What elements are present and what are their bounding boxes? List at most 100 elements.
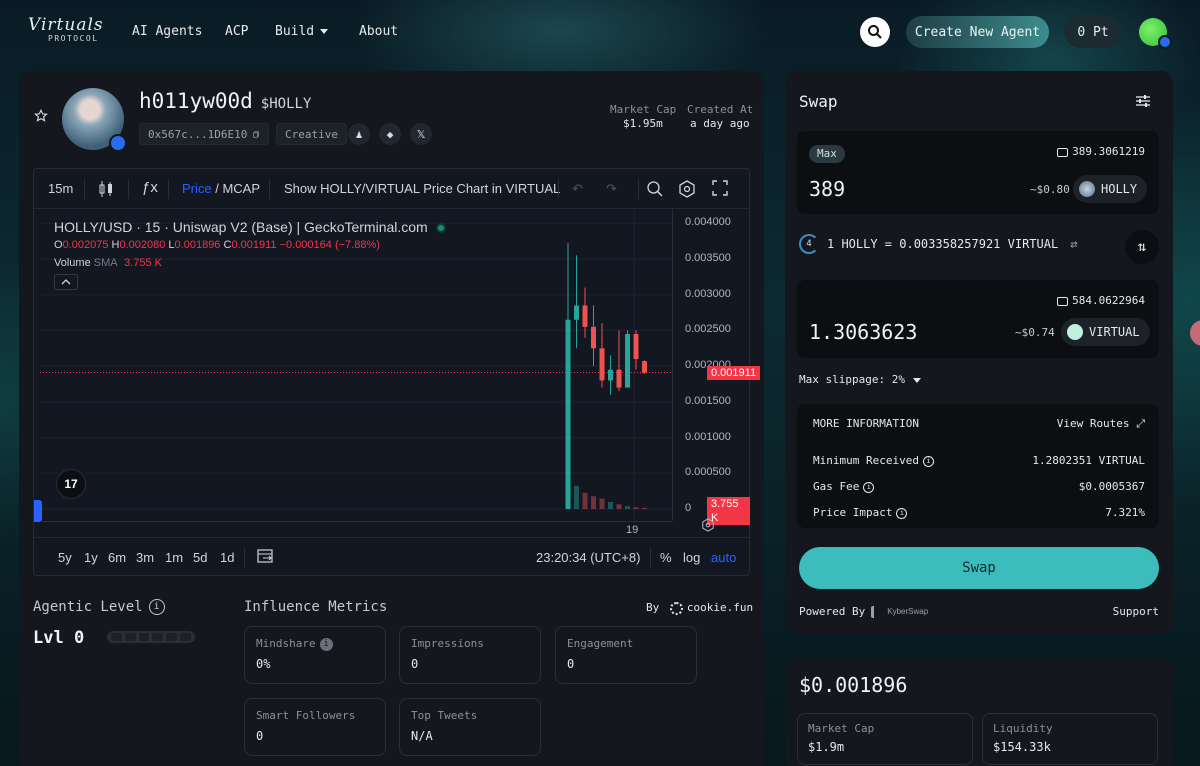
mcap-option[interactable]: MCAP [222, 181, 260, 196]
liquidity-label: Liquidity [993, 722, 1053, 735]
log-scale-toggle[interactable]: log [683, 550, 700, 565]
x-twitter-icon[interactable]: 𝕏 [410, 123, 432, 145]
market-cap-value: $1.95m [623, 117, 663, 130]
price-option[interactable]: Price [182, 181, 212, 196]
gas-fee-text: Gas Fee [813, 480, 860, 493]
info-icon[interactable]: i [922, 455, 934, 467]
nav-build[interactable]: Build [275, 24, 329, 39]
support-link[interactable]: Support [1113, 605, 1159, 618]
docs-icon[interactable]: ◆ [379, 123, 401, 145]
axis-settings-icon[interactable] [701, 518, 715, 532]
price-mcap-toggle[interactable]: Price / MCAP [182, 181, 260, 196]
search-button[interactable] [860, 17, 890, 47]
chart-clock: 23:20:34 (UTC+8) [536, 550, 641, 565]
fullscreen-icon[interactable] [712, 180, 728, 196]
collapse-legend-button[interactable] [54, 274, 78, 290]
range-3m[interactable]: 3m [136, 550, 154, 565]
user-avatar[interactable] [1139, 18, 1172, 49]
flip-tokens-button[interactable]: ⇅ [1125, 230, 1159, 264]
volume-bar [599, 498, 605, 509]
create-agent-button[interactable]: Create New Agent [906, 16, 1049, 48]
slippage-text: Max slippage: 2% [799, 373, 905, 386]
nav-ai-agents[interactable]: AI Agents [132, 24, 202, 39]
swap-rate-icon[interactable]: ⇄ [1070, 237, 1077, 251]
volume-bar [608, 502, 613, 509]
settings-icon[interactable] [678, 180, 696, 198]
candles-icon[interactable] [98, 180, 114, 198]
date-range-icon[interactable] [257, 548, 275, 564]
to-amount: 1.3063623 [809, 320, 918, 344]
candle-body [642, 361, 647, 373]
info-icon[interactable]: i [148, 599, 165, 615]
show-in-virtual[interactable]: Show HOLLY/VIRTUAL Price Chart in VIRTUA… [284, 181, 560, 196]
range-1y[interactable]: 1y [84, 550, 98, 565]
agent-icon[interactable]: ♟ [348, 123, 370, 145]
info-icon[interactable]: i [896, 507, 908, 519]
info-icon[interactable]: i [863, 481, 875, 493]
chevron-up-icon [61, 279, 71, 285]
candlestick-plot[interactable] [40, 209, 672, 521]
tradingview-logo[interactable]: 17 [56, 469, 86, 499]
from-amount-input[interactable]: 389 [809, 177, 845, 201]
sliders-icon[interactable] [1135, 93, 1151, 109]
address-text: 0x567c...1D6E10 [148, 127, 248, 141]
max-button[interactable]: Max [809, 145, 845, 163]
price-axis[interactable]: 0.0040000.0035000.0030000.0025000.002000… [672, 209, 761, 525]
sidebar-toggle-handle[interactable] [34, 500, 42, 522]
copy-icon[interactable] [253, 129, 260, 140]
nav-about[interactable]: About [359, 24, 398, 39]
favorite-star-icon[interactable] [34, 109, 48, 123]
gas-fee-label: Gas Fee i [813, 480, 875, 493]
slippage-selector[interactable]: Max slippage: 2% [799, 373, 921, 386]
from-token-selector[interactable]: HOLLY [1073, 175, 1148, 203]
price-axis-label: 0.001500 [685, 394, 731, 407]
redo-icon[interactable]: ↷ [606, 181, 617, 197]
percent-scale-toggle[interactable]: % [660, 550, 672, 565]
indicators-icon[interactable]: ƒx [142, 179, 158, 196]
metrics-source[interactable]: By cookie.fun [646, 601, 753, 615]
volume-bar [616, 504, 622, 509]
swap-panel: Swap Max 389.3061219 389 ~$0.80 HOLLY 4 … [785, 71, 1173, 635]
min-received-label: Minimum Received i [813, 454, 934, 467]
candle-body [582, 305, 588, 327]
time-axis[interactable]: 19 [40, 521, 672, 536]
to-token-selector[interactable]: VIRTUAL [1061, 318, 1150, 346]
metric-value: N/A [411, 729, 433, 743]
chevron-down-icon [912, 377, 921, 383]
last-price-tag: 0.001911 [707, 365, 761, 380]
price-axis-label: 0.000500 [685, 466, 731, 479]
auto-scale-toggle[interactable]: auto [711, 550, 736, 565]
price-chart[interactable]: 15m ƒx Price / MCAP Show HOLLY/VIRTUAL P… [33, 168, 761, 576]
zoom-icon[interactable] [646, 180, 664, 198]
volume-label: Volume [54, 257, 91, 269]
candle-body [599, 348, 605, 381]
info-icon[interactable]: i [319, 637, 333, 651]
points-button[interactable]: 0 Pt [1064, 16, 1122, 48]
undo-icon[interactable]: ↶ [572, 181, 583, 197]
price-axis-label: 0.003000 [685, 287, 731, 300]
price-axis-label: 0.003500 [685, 252, 731, 264]
metric-value: 0 [411, 657, 419, 671]
price-axis-label: 0.004000 [685, 216, 731, 229]
kyberswap-name: KyberSwap [887, 607, 929, 616]
view-routes-link[interactable]: View Routes ⤢ [1057, 417, 1145, 431]
range-1m[interactable]: 1m [165, 550, 183, 565]
created-at-value: a day ago [690, 117, 750, 130]
market-cap-label: Market Cap [610, 103, 677, 116]
contract-address[interactable]: 0x567c...1D6E10 [139, 123, 269, 145]
chart-title: HOLLY/USD · 15 · Uniswap V2 (Base) | Gec… [54, 219, 446, 235]
range-5y[interactable]: 5y [58, 550, 72, 565]
price-axis-label: 0.002500 [685, 323, 731, 336]
nav-acp[interactable]: ACP [225, 24, 248, 39]
metric-value: 0 [256, 729, 264, 743]
candle-body [633, 334, 639, 359]
swap-button[interactable]: Swap [799, 547, 1159, 589]
range-1d[interactable]: 1d [220, 550, 234, 565]
range-5d[interactable]: 5d [193, 550, 207, 565]
virtuals-logo[interactable]: Virtuals PROTOCOL [28, 16, 106, 46]
range-6m[interactable]: 6m [108, 550, 126, 565]
candle-body [565, 319, 571, 509]
to-usd: ~$0.74 [1015, 326, 1055, 339]
token-title: h011yw00d $HOLLY [139, 89, 311, 113]
interval-selector[interactable]: 15m [48, 181, 73, 196]
